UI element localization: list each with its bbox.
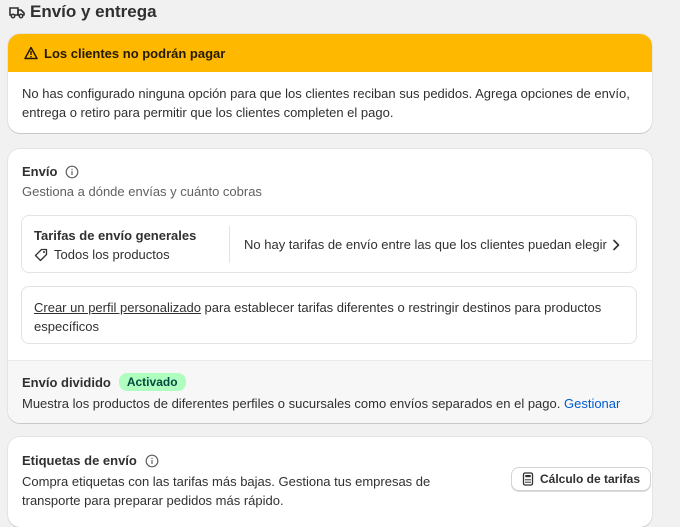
split-shipping-section: Envío dividido Activado Muestra los prod… (8, 360, 652, 423)
rate-calculator-label: Cálculo de tarifas (540, 472, 641, 486)
labels-title: Etiquetas de envío (22, 453, 137, 468)
info-icon[interactable] (65, 165, 79, 179)
page-header: Envío y entrega (8, 0, 157, 24)
general-rates-products: Todos los productos (34, 247, 196, 262)
warning-icon (24, 46, 38, 60)
create-custom-profile-link[interactable]: Crear un perfil personalizado (34, 300, 201, 315)
general-rates-title: Tarifas de envío generales (34, 228, 197, 243)
general-rates-row[interactable]: Tarifas de envío generales Todos los pro… (21, 215, 637, 273)
tag-icon (34, 248, 48, 262)
calculator-icon (522, 472, 534, 486)
shipping-card: Envío Gestiona a dónde envías y cuánto c… (8, 149, 652, 423)
banner-title: Los clientes no podrán pagar (44, 45, 226, 61)
chevron-right-icon (610, 238, 622, 252)
shipping-title: Envío (22, 164, 58, 179)
general-rates-info: Tarifas de envío generales Todos los pro… (34, 228, 196, 262)
split-shipping-title: Envío dividido (22, 374, 111, 390)
split-shipping-title-row: Envío dividido Activado (22, 373, 186, 391)
truck-icon (8, 3, 26, 21)
rates-divider (229, 226, 230, 263)
banner-body: No has configurado ninguna opción para q… (22, 86, 630, 120)
shipping-labels-card: Etiquetas de envío Compra etiquetas con … (8, 437, 652, 527)
products-label: Todos los productos (54, 247, 170, 262)
banner-header: Los clientes no podrán pagar (8, 34, 652, 72)
split-shipping-description: Muestra los productos de diferentes perf… (22, 396, 620, 411)
manage-link[interactable]: Gestionar (564, 396, 620, 411)
labels-description: Compra etiquetas con las tarifas más baj… (22, 474, 431, 508)
shipping-subtitle: Gestiona a dónde envías y cuánto cobras (22, 184, 262, 199)
shipping-title-row: Envío (22, 164, 79, 179)
rate-calculator-button[interactable]: Cálculo de tarifas (511, 467, 652, 491)
payment-warning-banner: Los clientes no podrán pagar No has conf… (8, 34, 652, 133)
custom-profile-box: Crear un perfil personalizado para estab… (21, 286, 637, 344)
split-description-text: Muestra los productos de diferentes perf… (22, 396, 564, 411)
status-badge: Activado (118, 373, 186, 391)
no-rates-message: No hay tarifas de envío entre las que lo… (244, 237, 607, 252)
info-icon[interactable] (145, 454, 159, 468)
labels-title-row: Etiquetas de envío (22, 453, 159, 468)
page-title: Envío y entrega (30, 2, 157, 21)
